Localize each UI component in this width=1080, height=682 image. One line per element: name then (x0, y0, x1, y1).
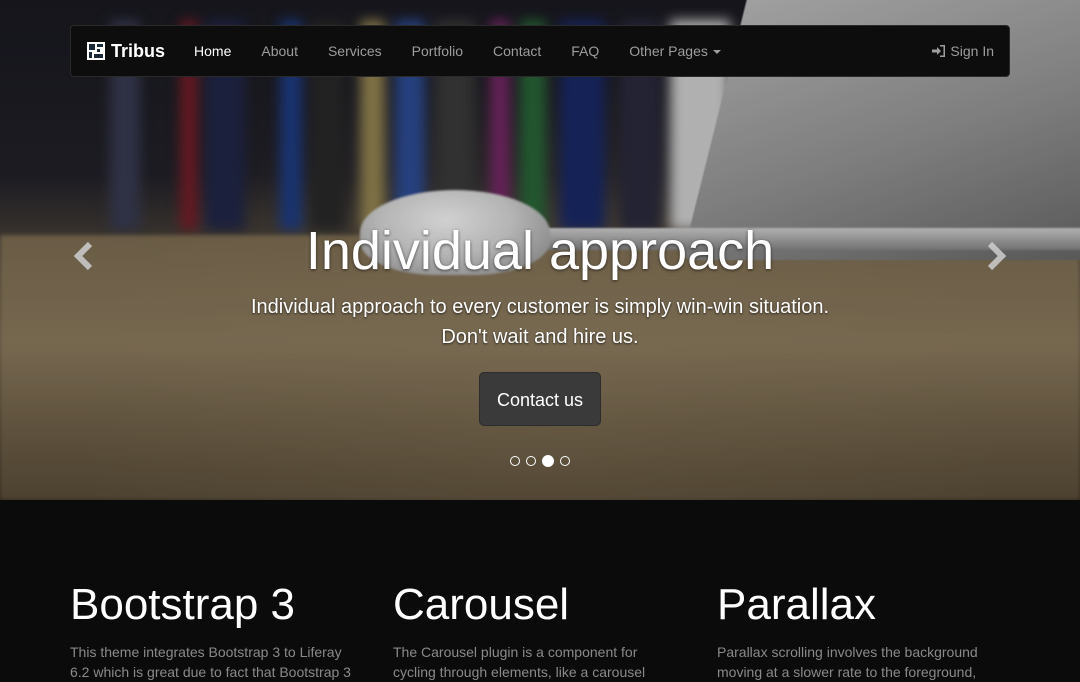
feature-title: Parallax (717, 580, 876, 629)
nav-home[interactable]: Home (179, 25, 246, 77)
nav-other-pages-dropdown[interactable]: Other Pages (614, 25, 736, 77)
feature-text: This theme integrates Bootstrap 3 to Lif… (70, 642, 360, 682)
feature-text-line1: The Carousel plugin is a component for (393, 644, 638, 660)
feature-text-line2: cycling through elements, like a carouse… (393, 664, 646, 680)
carousel-caption: Individual approach Individual approach … (0, 220, 1080, 426)
nav-portfolio[interactable]: Portfolio (397, 25, 478, 77)
carousel-indicator-1[interactable] (510, 455, 520, 466)
feature-title: Bootstrap 3 (70, 580, 296, 629)
nav-contact[interactable]: Contact (478, 25, 556, 77)
hero-carousel: Tribus Home About Services Portfolio Con… (0, 0, 1080, 500)
carousel-indicators (0, 452, 1080, 470)
feature-text-line1: This theme integrates Bootstrap 3 to Lif… (70, 644, 342, 660)
feature-text-line2: 6.2 which is great due to fact that Boot… (70, 664, 351, 680)
contact-us-button[interactable]: Contact us (478, 372, 602, 426)
nav-faq[interactable]: FAQ (556, 25, 614, 77)
feature-carousel: Carousel The Carousel plugin is a compon… (393, 580, 683, 682)
navbar: Tribus Home About Services Portfolio Con… (70, 25, 1010, 77)
feature-text: The Carousel plugin is a component for cy… (393, 642, 683, 682)
caret-down-icon (712, 50, 721, 55)
sign-in-label: Sign In (950, 43, 994, 59)
feature-parallax: Parallax Parallax scrolling involves the… (717, 580, 1007, 682)
carousel-subtitle-line2: Don't wait and hire us. (441, 326, 639, 348)
nav-other-pages-label: Other Pages (629, 43, 708, 59)
feature-text: Parallax scrolling involves the backgrou… (717, 642, 1007, 682)
feature-title: Carousel (393, 580, 570, 629)
carousel-subtitle: Individual approach to every customer is… (0, 292, 1080, 352)
carousel-subtitle-line1: Individual approach to every customer is… (250, 296, 830, 318)
feature-text-line2: moving at a slower rate to the foregroun… (717, 664, 977, 680)
nav-about[interactable]: About (246, 25, 313, 77)
features-section: Bootstrap 3 This theme integrates Bootst… (0, 500, 1080, 680)
brand-link[interactable]: Tribus (87, 41, 165, 62)
carousel-title: Individual approach (305, 221, 775, 281)
carousel-indicator-2[interactable] (526, 455, 536, 466)
brand-name: Tribus (111, 40, 166, 61)
carousel-indicator-4[interactable] (560, 455, 570, 466)
sign-in-link[interactable]: Sign In (931, 43, 994, 59)
nav-services[interactable]: Services (313, 25, 397, 77)
tribus-logo-icon (87, 42, 105, 60)
feature-bootstrap: Bootstrap 3 This theme integrates Bootst… (70, 580, 360, 682)
feature-text-line1: Parallax scrolling involves the backgrou… (717, 644, 978, 660)
carousel-indicator-3[interactable] (542, 454, 554, 467)
sign-in-icon (932, 45, 946, 57)
